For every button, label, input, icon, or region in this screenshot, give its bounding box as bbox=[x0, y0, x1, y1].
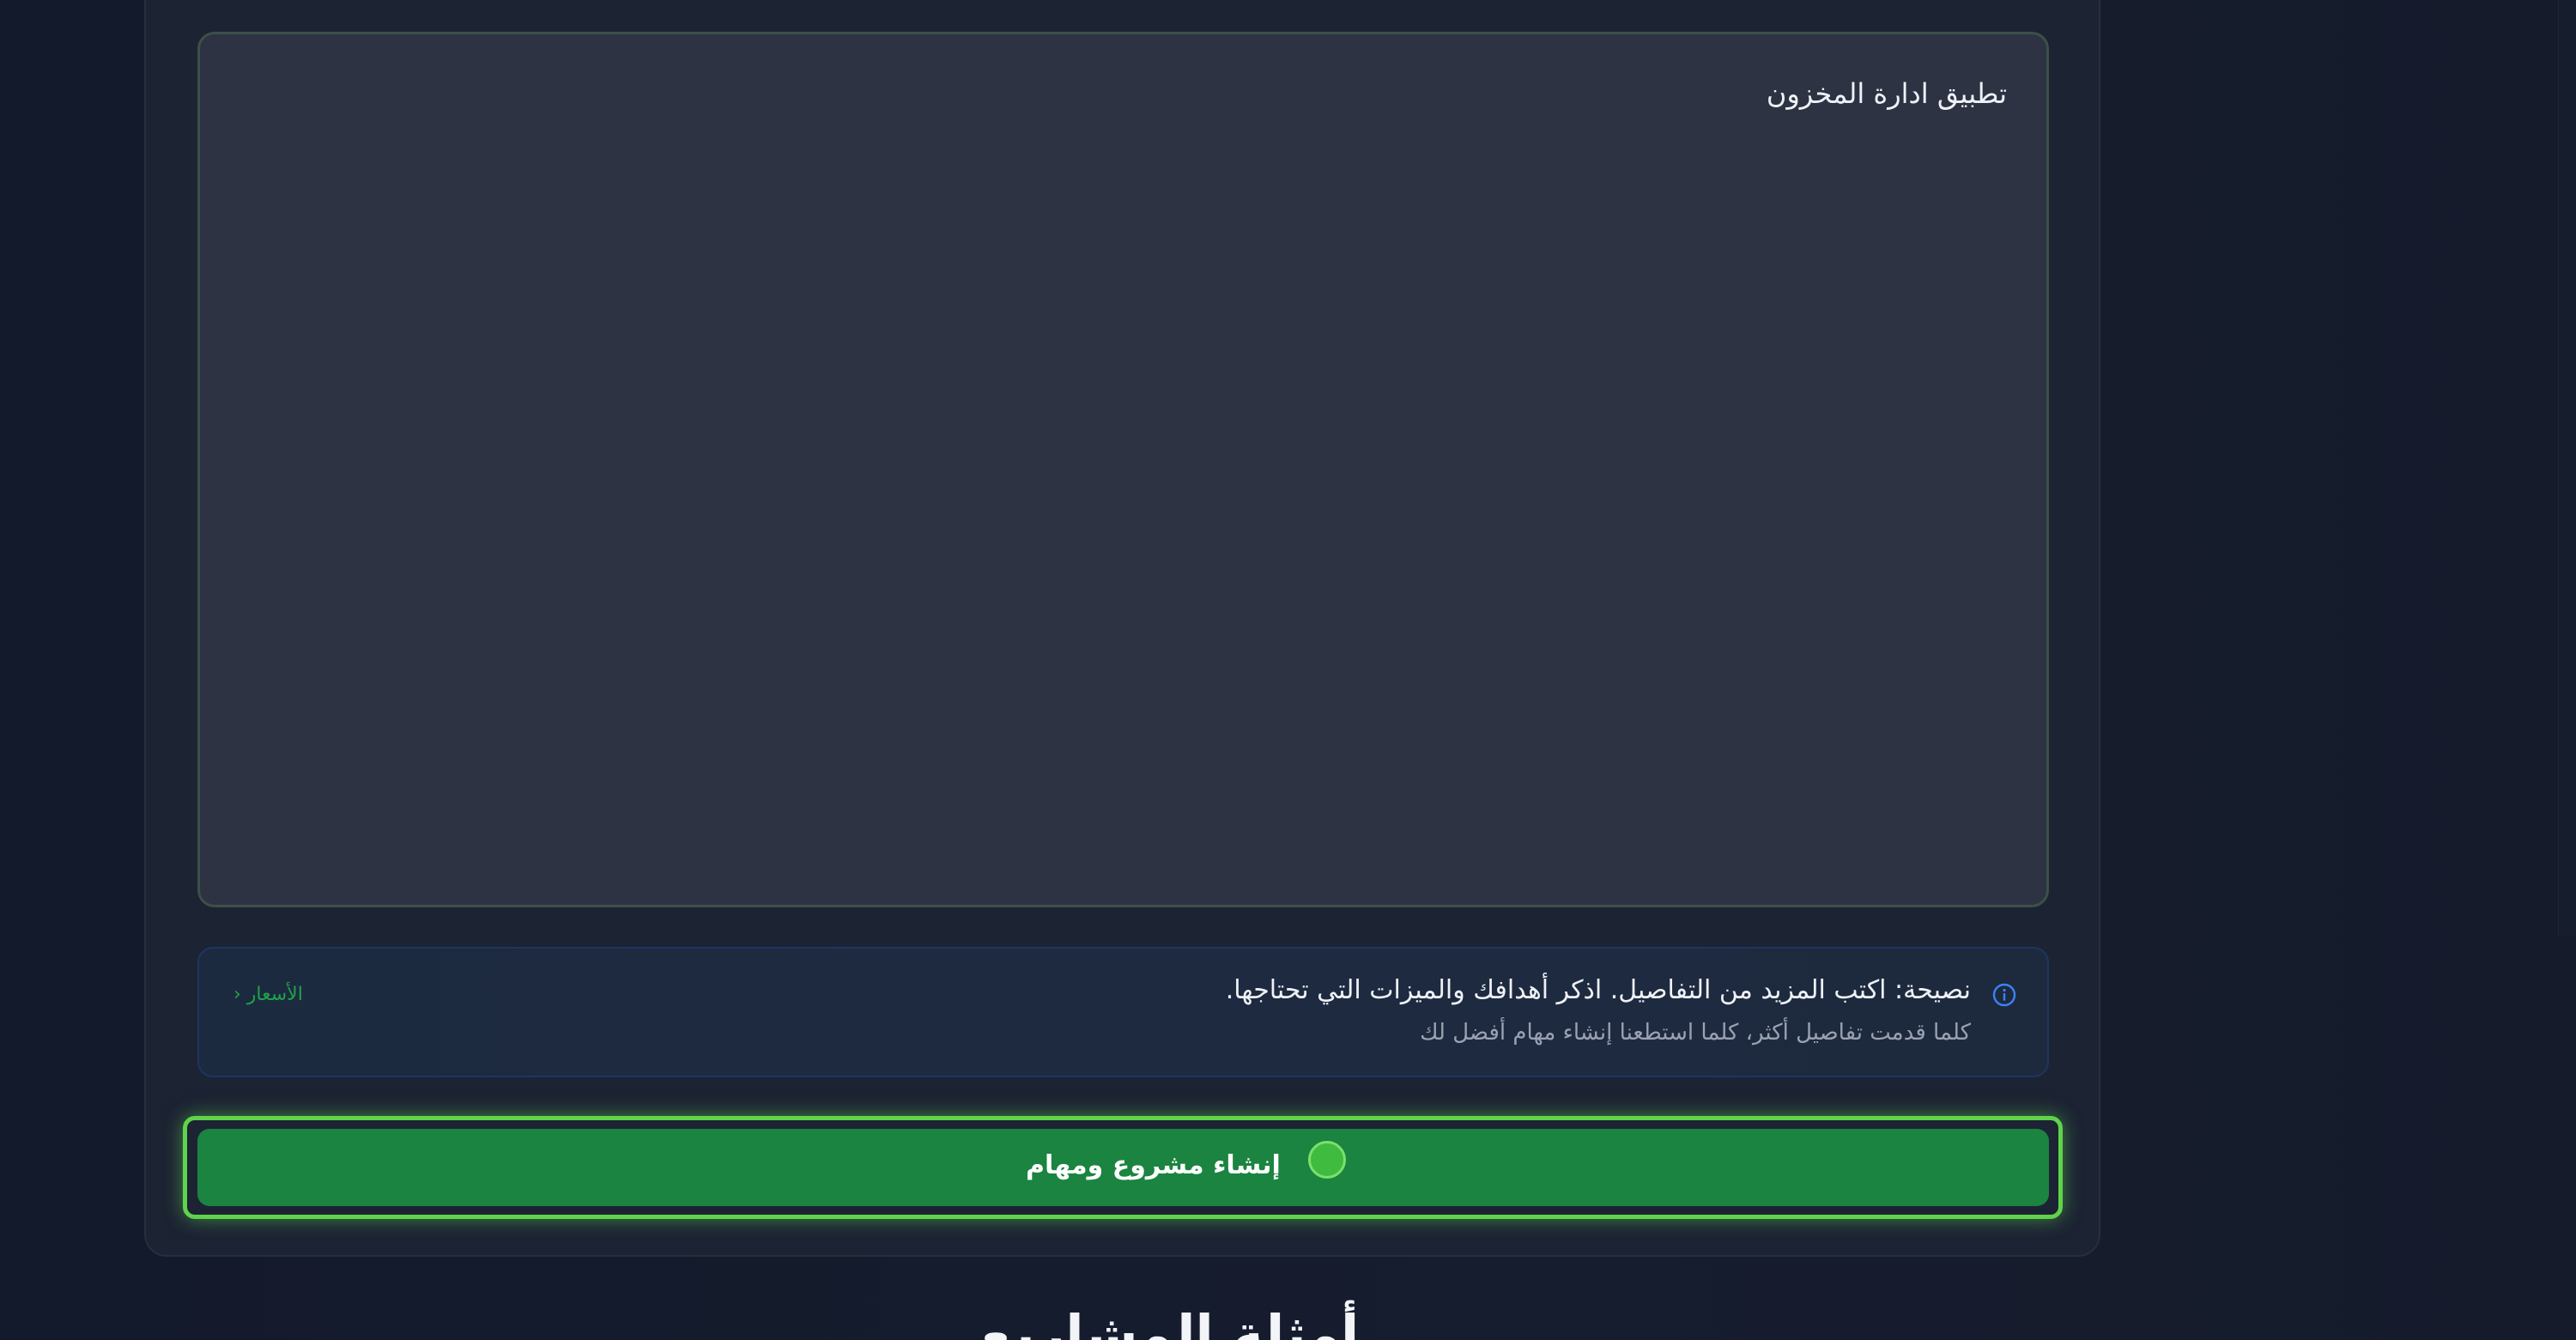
tip-subtitle: كلما قدمت تفاصيل أكثر، كلما استطعنا إنشا… bbox=[1420, 1020, 1971, 1046]
tip-box bbox=[197, 947, 2049, 1077]
pricing-link[interactable]: الأسعار ‹ bbox=[233, 984, 303, 1005]
tip-title: نصيحة: اكتب المزيد من التفاصيل. اذكر أهد… bbox=[1225, 975, 1971, 1005]
description-field-container: تطبيق ادارة المخزون bbox=[197, 32, 2049, 907]
examples-heading: أمثلة المشاريع bbox=[979, 1303, 1360, 1340]
info-icon bbox=[1992, 983, 2016, 1007]
page: تطبيق ادارة المخزون نصيحة: اكتب المزيد م… bbox=[0, 0, 2576, 1340]
cursor-indicator bbox=[1308, 1141, 1346, 1179]
create-project-button-label: إنشاء مشروع ومهام bbox=[1026, 1150, 1281, 1180]
project-description-input[interactable]: تطبيق ادارة المخزون bbox=[200, 34, 2046, 905]
scrollbar-track[interactable] bbox=[2558, 0, 2576, 936]
